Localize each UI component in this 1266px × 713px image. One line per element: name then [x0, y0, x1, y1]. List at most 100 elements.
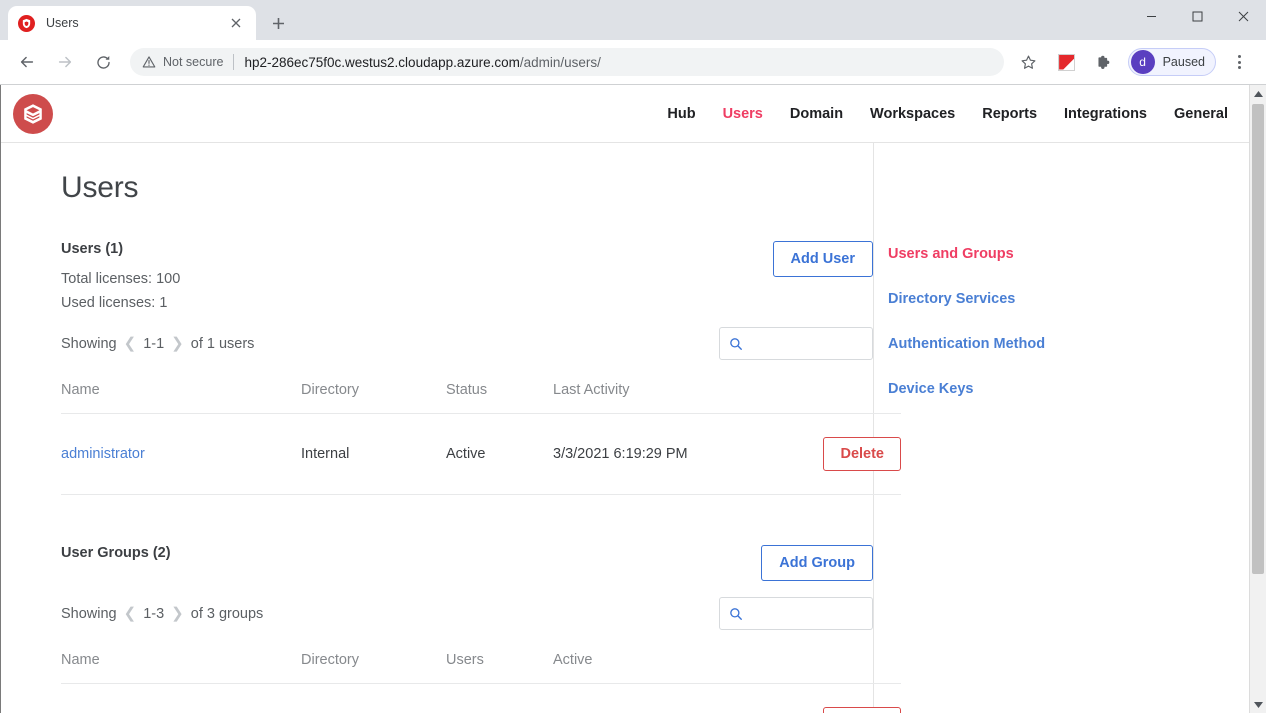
nav-item-hub[interactable]: Hub [667, 106, 695, 122]
users-section: Users (1) Total licenses: 100 Used licen… [61, 241, 873, 495]
url-text: hp2-286ec75f0c.westus2.cloudapp.azure.co… [244, 55, 600, 70]
table-row: Super Administrators Internal 0 0 Delete [61, 684, 901, 713]
profile-status-label: Paused [1163, 55, 1205, 69]
chevron-left-icon[interactable]: ❮ [124, 336, 137, 351]
total-licenses-label: Total licenses: 100 [61, 271, 180, 287]
users-section-meta: Users (1) Total licenses: 100 Used licen… [61, 241, 180, 311]
rail-item-users-and-groups[interactable]: Users and Groups [888, 246, 1250, 262]
search-icon [729, 337, 743, 351]
scroll-up-arrow-icon[interactable] [1250, 85, 1266, 102]
scrollbar-thumb[interactable] [1252, 104, 1264, 574]
maximize-icon[interactable] [1174, 0, 1220, 32]
chevron-right-icon[interactable]: ❯ [171, 606, 184, 621]
delete-user-button[interactable]: Delete [823, 437, 901, 471]
app-header: Hub Users Domain Workspaces Reports Inte… [1, 85, 1250, 143]
users-pagination: Showing ❮ 1-1 ❯ of 1 users [61, 336, 254, 352]
groups-table-header-row: Name Directory Users Active [61, 652, 901, 684]
group-users-cell: 0 [446, 684, 553, 713]
groups-table-head: Name Directory Users Active [61, 652, 901, 684]
users-col-directory: Directory [301, 382, 446, 414]
nav-item-integrations[interactable]: Integrations [1064, 106, 1147, 122]
rail-item-device-keys[interactable]: Device Keys [888, 381, 1250, 397]
table-row: administrator Internal Active 3/3/2021 6… [61, 414, 901, 495]
user-name-link[interactable]: administrator [61, 446, 145, 462]
users-search-box[interactable] [719, 327, 873, 360]
users-section-title: Users (1) [61, 241, 180, 257]
tab-strip: Users [0, 0, 1266, 40]
scroll-down-arrow-icon[interactable] [1250, 696, 1266, 713]
back-arrow-icon[interactable] [12, 47, 42, 77]
close-icon[interactable] [226, 13, 246, 33]
browser-window: Users [0, 0, 1266, 713]
add-group-button[interactable]: Add Group [761, 545, 873, 581]
used-licenses-label: Used licenses: 1 [61, 295, 180, 311]
nav-item-users[interactable]: Users [723, 106, 763, 122]
groups-page-range: 1-3 [143, 606, 164, 622]
groups-section-header: User Groups (2) Add Group [61, 545, 873, 581]
web-page: Hub Users Domain Workspaces Reports Inte… [1, 85, 1250, 713]
groups-col-name: Name [61, 652, 301, 684]
user-groups-section: User Groups (2) Add Group Showing ❮ 1-3 … [61, 545, 873, 713]
profile-button[interactable]: d Paused [1128, 48, 1216, 76]
delete-group-button[interactable]: Delete [823, 707, 901, 713]
groups-col-directory: Directory [301, 652, 446, 684]
groups-col-users: Users [446, 652, 553, 684]
users-col-last-activity: Last Activity [553, 382, 783, 414]
users-table-body: administrator Internal Active 3/3/2021 6… [61, 414, 901, 495]
nav-item-domain[interactable]: Domain [790, 106, 843, 122]
address-bar[interactable]: Not secure hp2-286ec75f0c.westus2.clouda… [130, 48, 1004, 76]
minimize-icon[interactable] [1128, 0, 1174, 32]
url-path: /admin/users/ [520, 55, 601, 70]
chevron-right-icon[interactable]: ❯ [171, 336, 184, 351]
users-col-name: Name [61, 382, 301, 414]
groups-section-title: User Groups (2) [61, 545, 171, 561]
page-title: Users [61, 171, 873, 205]
user-action-cell: Delete [783, 414, 901, 495]
chevron-left-icon[interactable]: ❮ [124, 606, 137, 621]
users-search-input[interactable] [749, 336, 863, 351]
main-column: Users Users (1) Total licenses: 100 Used… [1, 143, 873, 713]
close-window-icon[interactable] [1220, 0, 1266, 32]
add-user-button[interactable]: Add User [773, 241, 873, 277]
star-icon[interactable] [1014, 47, 1044, 77]
groups-search-input[interactable] [749, 606, 863, 621]
tab-title: Users [46, 16, 226, 30]
groups-search-box[interactable] [719, 597, 873, 630]
forward-arrow-icon[interactable] [50, 47, 80, 77]
groups-table: Name Directory Users Active [61, 652, 901, 713]
extension-red-icon[interactable] [1052, 47, 1082, 77]
omnibox-divider [233, 54, 234, 70]
page-viewport: Hub Users Domain Workspaces Reports Inte… [0, 85, 1266, 713]
showing-total-label: of 1 users [191, 336, 255, 352]
page-range: 1-1 [143, 336, 164, 352]
groups-showing-row: Showing ❮ 1-3 ❯ of 3 groups [61, 597, 873, 630]
settings-rail: Users and Groups Directory Services Auth… [873, 143, 1250, 713]
users-col-actions [783, 382, 901, 414]
groups-pagination: Showing ❮ 1-3 ❯ of 3 groups [61, 606, 263, 622]
security-status-label: Not secure [163, 55, 223, 69]
nav-item-general[interactable]: General [1174, 106, 1228, 122]
nav-item-reports[interactable]: Reports [982, 106, 1037, 122]
groups-col-actions [783, 652, 901, 684]
url-host: hp2-286ec75f0c.westus2.cloudapp.azure.co… [244, 55, 519, 70]
users-section-header: Users (1) Total licenses: 100 Used licen… [61, 241, 873, 311]
users-table-header-row: Name Directory Status Last Activity [61, 382, 901, 414]
users-showing-row: Showing ❮ 1-1 ❯ of 1 users [61, 327, 873, 360]
groups-showing-total-label: of 3 groups [191, 606, 264, 622]
puzzle-piece-icon[interactable] [1090, 47, 1120, 77]
groups-showing-label: Showing [61, 606, 117, 622]
user-directory-cell: Internal [301, 414, 446, 495]
stacked-box-logo[interactable] [13, 94, 53, 134]
rail-item-authentication-method[interactable]: Authentication Method [888, 336, 1250, 352]
groups-table-body: Super Administrators Internal 0 0 Delete [61, 684, 901, 713]
reload-icon[interactable] [88, 47, 118, 77]
users-table: Name Directory Status Last Activity [61, 382, 901, 495]
user-last-activity-cell: 3/3/2021 6:19:29 PM [553, 414, 783, 495]
kebab-menu-icon[interactable] [1224, 47, 1254, 77]
rail-item-directory-services[interactable]: Directory Services [888, 291, 1250, 307]
browser-tab[interactable]: Users [8, 6, 256, 40]
page-scrollbar[interactable] [1249, 85, 1266, 713]
group-name-cell: Super Administrators [61, 684, 301, 713]
nav-item-workspaces[interactable]: Workspaces [870, 106, 955, 122]
new-tab-button[interactable] [264, 9, 292, 37]
